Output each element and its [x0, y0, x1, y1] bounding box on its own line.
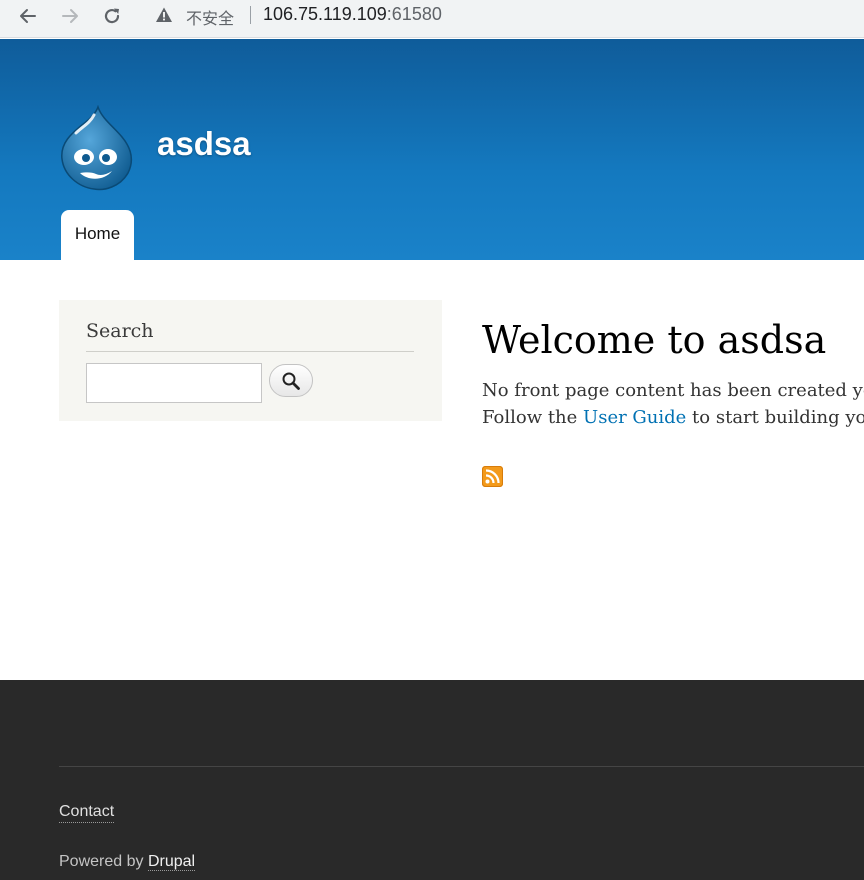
- url-port: :61580: [386, 4, 442, 24]
- arrow-left-icon: [20, 9, 36, 23]
- empty-front-page-message: No front page content has been created y…: [482, 380, 864, 401]
- site-header: asdsa Home: [0, 39, 864, 260]
- forward-button[interactable]: [56, 4, 84, 28]
- security-status[interactable]: 不安全: [186, 5, 234, 29]
- search-block-title: Search: [86, 320, 154, 342]
- user-guide-suffix: to start building your site.: [692, 407, 864, 428]
- footer-divider: [59, 766, 864, 767]
- page-title: Welcome to asdsa: [482, 318, 827, 362]
- user-guide-message: Follow the User Guide to start building …: [482, 407, 864, 428]
- site-footer: Contact Powered by Drupal: [0, 680, 864, 880]
- reload-icon: [104, 8, 120, 24]
- address-bar[interactable]: 不安全 106.75.119.109:61580: [142, 0, 864, 30]
- drupal-link[interactable]: Drupal: [147, 853, 196, 871]
- search-icon: [282, 372, 300, 390]
- search-button[interactable]: [269, 364, 313, 397]
- url-text[interactable]: 106.75.119.109:61580: [263, 4, 442, 25]
- tab-home[interactable]: Home: [61, 210, 134, 260]
- block-divider: [86, 351, 414, 352]
- search-block: Search: [59, 300, 442, 421]
- url-host: 106.75.119.109: [263, 4, 387, 24]
- rss-icon[interactable]: [482, 466, 503, 487]
- reload-button[interactable]: [98, 4, 126, 28]
- drupal-logo-icon[interactable]: [56, 105, 136, 193]
- warning-icon: [156, 7, 172, 22]
- site-name[interactable]: asdsa: [157, 125, 251, 163]
- powered-by-text: Powered by: [59, 853, 148, 870]
- search-input[interactable]: [86, 363, 262, 403]
- back-button[interactable]: [14, 4, 42, 28]
- contact-link[interactable]: Contact: [59, 803, 115, 823]
- address-separator: [250, 6, 251, 24]
- arrow-right-icon: [62, 9, 78, 23]
- user-guide-link[interactable]: User Guide: [583, 407, 687, 428]
- powered-by: Powered by Drupal: [59, 853, 196, 871]
- user-guide-prefix: Follow the: [482, 407, 584, 428]
- browser-toolbar: 不安全 106.75.119.109:61580: [0, 0, 864, 38]
